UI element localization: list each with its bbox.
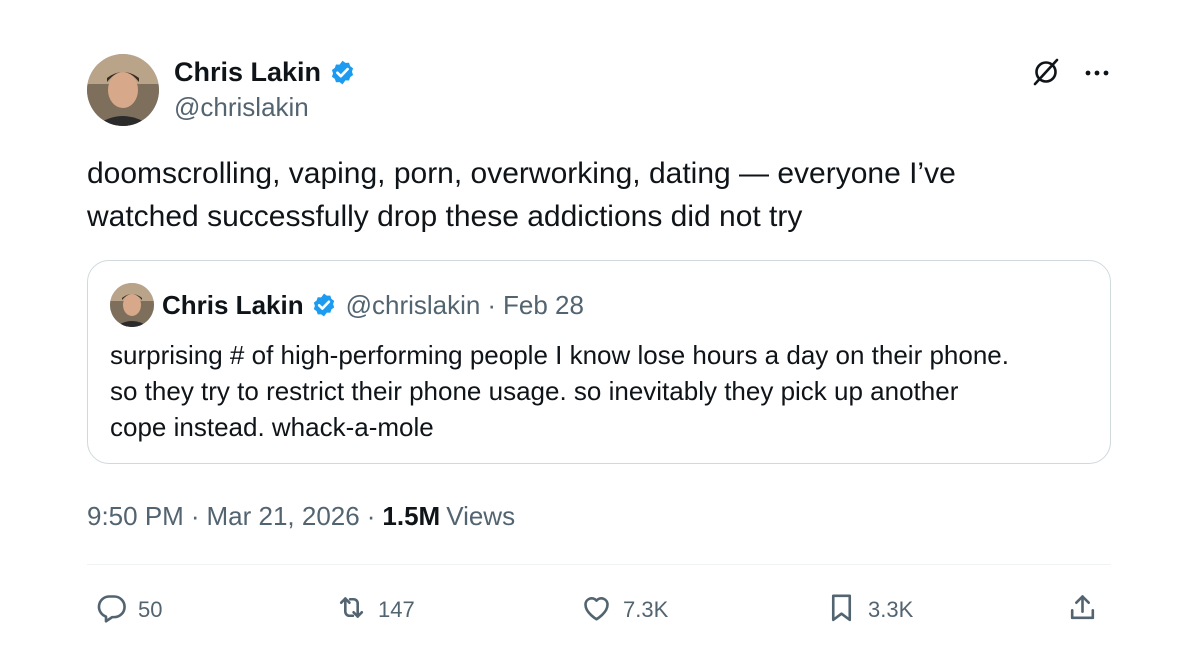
quoted-text-line: surprising # of high-performing people I… <box>110 340 1009 370</box>
author-avatar[interactable] <box>87 54 159 126</box>
reply-button[interactable]: 50 <box>95 590 162 630</box>
quoted-text-line: cope instead. whack-a-mole <box>110 412 434 442</box>
bookmark-button[interactable]: 3.3K <box>825 590 913 630</box>
share-icon <box>1066 591 1099 630</box>
divider <box>87 564 1111 565</box>
quoted-tweet-date: Feb 28 <box>503 289 584 320</box>
like-button[interactable]: 7.3K <box>580 590 668 630</box>
repost-icon <box>335 591 368 630</box>
reply-icon <box>95 591 128 630</box>
author-name[interactable]: Chris Lakin <box>174 57 321 88</box>
views-label[interactable]: Views <box>446 501 515 532</box>
bookmark-count: 3.3K <box>868 597 914 622</box>
tweet-meta: 9:50 PM · Mar 21, 2026 · 1.5M Views <box>87 498 515 534</box>
grok-icon[interactable] <box>1030 56 1062 88</box>
like-icon <box>580 591 613 630</box>
verified-badge-icon <box>329 59 356 86</box>
tweet-date[interactable]: Mar 21, 2026 <box>207 501 360 532</box>
separator-dot: · <box>190 500 200 531</box>
repost-count: 147 <box>378 597 415 622</box>
tweet-text-line: doomscrolling, vaping, porn, overworking… <box>87 157 956 190</box>
views-count[interactable]: 1.5M <box>382 501 440 532</box>
quoted-text-line: so they try to restrict their phone usag… <box>110 376 959 406</box>
quoted-tweet-card[interactable]: Chris Lakin @chrislakin · Feb 28 surpris… <box>87 260 1111 464</box>
more-icon[interactable] <box>1082 58 1112 88</box>
tweet-time[interactable]: 9:50 PM <box>87 501 184 532</box>
quoted-author-handle: @chrislakin <box>345 289 481 320</box>
quoted-tweet-text: surprising # of high-performing people I… <box>110 337 1100 445</box>
tweet-text-line: watched successfully drop these addictio… <box>87 200 803 233</box>
author-handle[interactable]: @chrislakin <box>174 92 309 123</box>
tweet: Chris Lakin @chrislakin doomscrolling, v… <box>0 0 1200 670</box>
separator-dot: · <box>487 289 497 320</box>
author-name-row[interactable]: Chris Lakin <box>174 54 356 90</box>
quoted-tweet-header: Chris Lakin @chrislakin · Feb 28 <box>162 287 584 323</box>
reply-count: 50 <box>138 597 163 622</box>
separator-dot: · <box>366 500 376 531</box>
like-count: 7.3K <box>623 597 669 622</box>
share-button[interactable] <box>1066 590 1099 630</box>
repost-button[interactable]: 147 <box>335 590 415 630</box>
tweet-text: doomscrolling, vaping, porn, overworking… <box>87 152 1117 238</box>
bookmark-icon <box>825 591 858 630</box>
quoted-author-avatar <box>110 283 154 327</box>
quoted-author-name: Chris Lakin <box>162 289 304 320</box>
verified-badge-icon <box>311 292 337 318</box>
